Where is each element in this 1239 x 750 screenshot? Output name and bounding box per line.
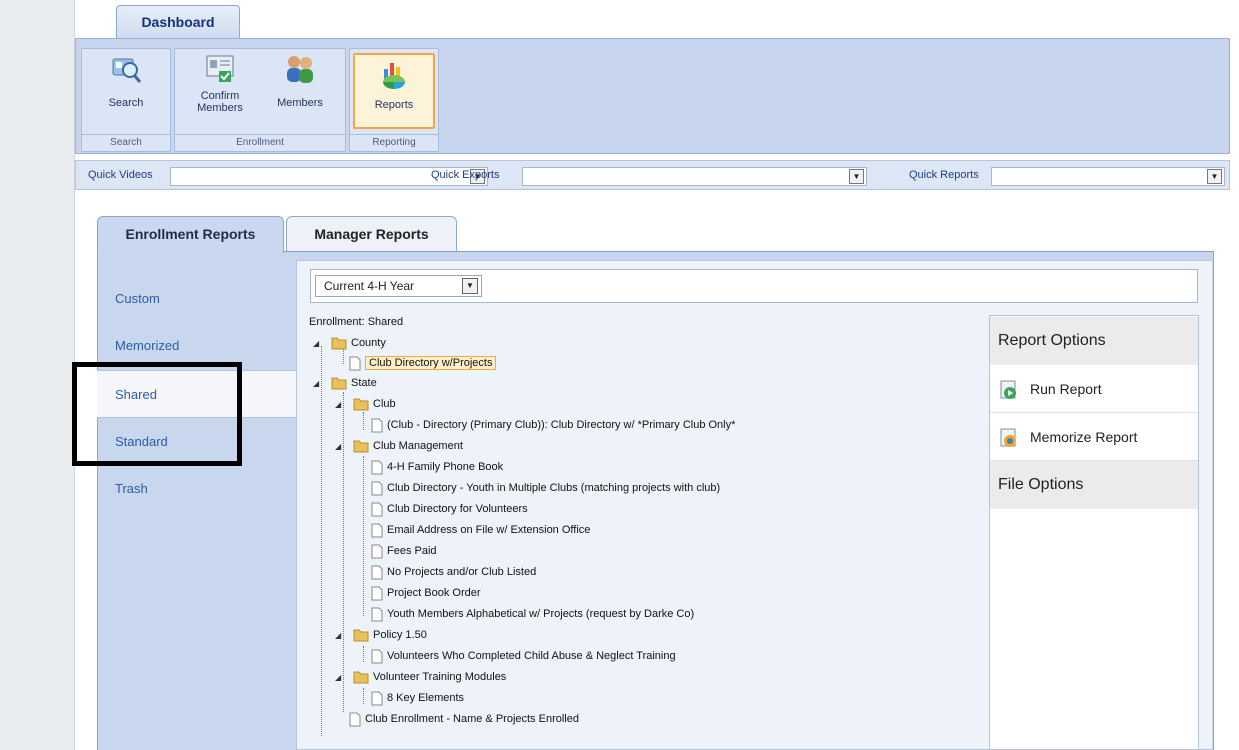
tree-node-report[interactable]: No Projects and/or Club Listed xyxy=(371,563,536,581)
expand-arrow-icon[interactable]: ◢ xyxy=(335,438,343,456)
folder-icon xyxy=(331,377,347,390)
expand-arrow-icon[interactable]: ◢ xyxy=(335,627,343,645)
tree-node-club-directory-projects[interactable]: Club Directory w/Projects xyxy=(349,354,497,372)
tree-connector xyxy=(363,412,364,430)
tree-connector xyxy=(363,646,364,662)
document-icon xyxy=(349,356,361,371)
tab-enrollment-reports[interactable]: Enrollment Reports xyxy=(97,216,284,253)
report-tree: Enrollment: Shared ◢ County Club Director… xyxy=(309,316,989,746)
reports-button[interactable]: Reports xyxy=(353,53,435,129)
reports-icon xyxy=(383,63,405,89)
document-icon xyxy=(371,523,383,538)
memorize-report-icon xyxy=(1000,428,1016,448)
tree-connector xyxy=(321,346,322,736)
members-icon xyxy=(287,56,313,83)
nav-item-custom[interactable]: Custom xyxy=(97,275,296,322)
tree-node-club[interactable]: ◢ Club xyxy=(335,395,396,413)
options-panel: Report Options Run Report Memorize Repor… xyxy=(989,315,1199,750)
year-select[interactable]: Current 4-H Year ▼ xyxy=(315,275,482,297)
tree-node-report[interactable]: Youth Members Alphabetical w/ Projects (… xyxy=(371,605,694,623)
search-icon xyxy=(112,58,142,83)
tree-node-state[interactable]: ◢ State xyxy=(313,374,377,392)
quick-exports-select[interactable]: ▼ xyxy=(522,167,867,186)
group-label-reporting: Reporting xyxy=(350,134,438,151)
annotation-highlight-box xyxy=(72,362,242,466)
report-category-nav: Custom Memorized Shared Standard Trash xyxy=(97,252,296,750)
document-icon xyxy=(371,544,383,559)
tab-manager-reports[interactable]: Manager Reports xyxy=(286,216,457,252)
search-label: Search xyxy=(108,97,144,109)
tree-node-report[interactable]: Project Book Order xyxy=(371,584,481,602)
group-reporting: Reports Reporting xyxy=(349,48,439,152)
group-label-enrollment: Enrollment xyxy=(175,134,345,151)
group-enrollment: Confirm Members Members Enrollment xyxy=(174,48,346,152)
quick-videos-label: Quick Videos xyxy=(88,169,153,181)
document-icon xyxy=(371,691,383,706)
folder-icon xyxy=(353,440,369,453)
tab-dashboard[interactable]: Dashboard xyxy=(116,5,240,38)
tree-connector xyxy=(363,456,364,616)
confirm-members-button[interactable]: Confirm Members xyxy=(183,53,257,133)
document-icon xyxy=(349,712,361,727)
tree-node-club-directory-primary[interactable]: (Club - Directory (Primary Club)): Club … xyxy=(371,416,735,434)
folder-icon xyxy=(353,671,369,684)
left-gutter xyxy=(0,0,75,750)
members-label: Members xyxy=(277,97,323,109)
expand-arrow-icon[interactable]: ◢ xyxy=(313,335,321,353)
members-button[interactable]: Members xyxy=(263,53,337,127)
nav-item-trash[interactable]: Trash xyxy=(97,465,296,512)
memorize-report-button[interactable]: Memorize Report xyxy=(990,413,1198,461)
document-icon xyxy=(371,460,383,475)
quick-exports-label: Quick Exports xyxy=(431,169,500,181)
file-options-header: File Options xyxy=(990,461,1198,509)
chevron-down-icon[interactable]: ▼ xyxy=(849,169,864,184)
tree-node-report[interactable]: Fees Paid xyxy=(371,542,437,560)
folder-icon xyxy=(353,629,369,642)
tree-node-report[interactable]: Club Enrollment - Name & Projects Enroll… xyxy=(349,710,579,728)
tree-node-policy[interactable]: ◢ Policy 1.50 xyxy=(335,626,427,644)
confirm-members-label: Confirm Members xyxy=(197,90,243,114)
ribbon-bar: Search Search Confirm Members Members En… xyxy=(75,38,1230,154)
chevron-down-icon[interactable]: ▼ xyxy=(462,278,478,294)
quick-toolbar: Quick Videos ▼ Quick Exports ▼ Quick Rep… xyxy=(75,160,1230,190)
quick-reports-select[interactable]: ▼ xyxy=(991,167,1225,186)
run-report-icon xyxy=(1000,380,1016,400)
document-icon xyxy=(371,586,383,601)
document-icon xyxy=(371,481,383,496)
tree-connector xyxy=(363,688,364,704)
expand-arrow-icon[interactable]: ◢ xyxy=(313,375,321,393)
tree-node-report[interactable]: 4-H Family Phone Book xyxy=(371,458,503,476)
tree-node-report[interactable]: Email Address on File w/ Extension Offic… xyxy=(371,521,590,539)
tree-title: Enrollment: Shared xyxy=(309,316,404,328)
tree-node-report[interactable]: Club Directory for Volunteers xyxy=(371,500,528,518)
tree-node-report[interactable]: Club Directory - Youth in Multiple Clubs… xyxy=(371,479,720,497)
tree-node-report[interactable]: 8 Key Elements xyxy=(371,689,464,707)
ribbon-tabstrip xyxy=(75,0,1239,38)
tree-node-club-management[interactable]: ◢ Club Management xyxy=(335,437,463,455)
document-icon xyxy=(371,565,383,580)
folder-icon xyxy=(331,337,347,350)
folder-icon xyxy=(353,398,369,411)
group-label-search: Search xyxy=(82,134,170,151)
expand-arrow-icon[interactable]: ◢ xyxy=(335,396,343,414)
document-icon xyxy=(371,502,383,517)
run-report-button[interactable]: Run Report xyxy=(990,365,1198,413)
document-icon xyxy=(371,649,383,664)
group-search: Search Search xyxy=(81,48,171,152)
tree-node-report[interactable]: Volunteers Who Completed Child Abuse & N… xyxy=(371,647,676,665)
document-icon xyxy=(371,418,383,433)
year-select-container: Current 4-H Year ▼ xyxy=(310,269,1198,303)
expand-arrow-icon[interactable]: ◢ xyxy=(335,669,343,687)
reports-label: Reports xyxy=(374,99,414,111)
year-select-value: Current 4-H Year xyxy=(324,279,415,293)
document-icon xyxy=(371,607,383,622)
tree-node-county[interactable]: ◢ County xyxy=(313,334,386,352)
chevron-down-icon[interactable]: ▼ xyxy=(1207,169,1222,184)
confirm-members-icon xyxy=(206,55,234,82)
tree-node-volunteer-training[interactable]: ◢ Volunteer Training Modules xyxy=(335,668,506,686)
report-options-header: Report Options xyxy=(990,317,1198,365)
quick-reports-label: Quick Reports xyxy=(909,169,979,181)
search-button[interactable]: Search xyxy=(86,53,166,127)
